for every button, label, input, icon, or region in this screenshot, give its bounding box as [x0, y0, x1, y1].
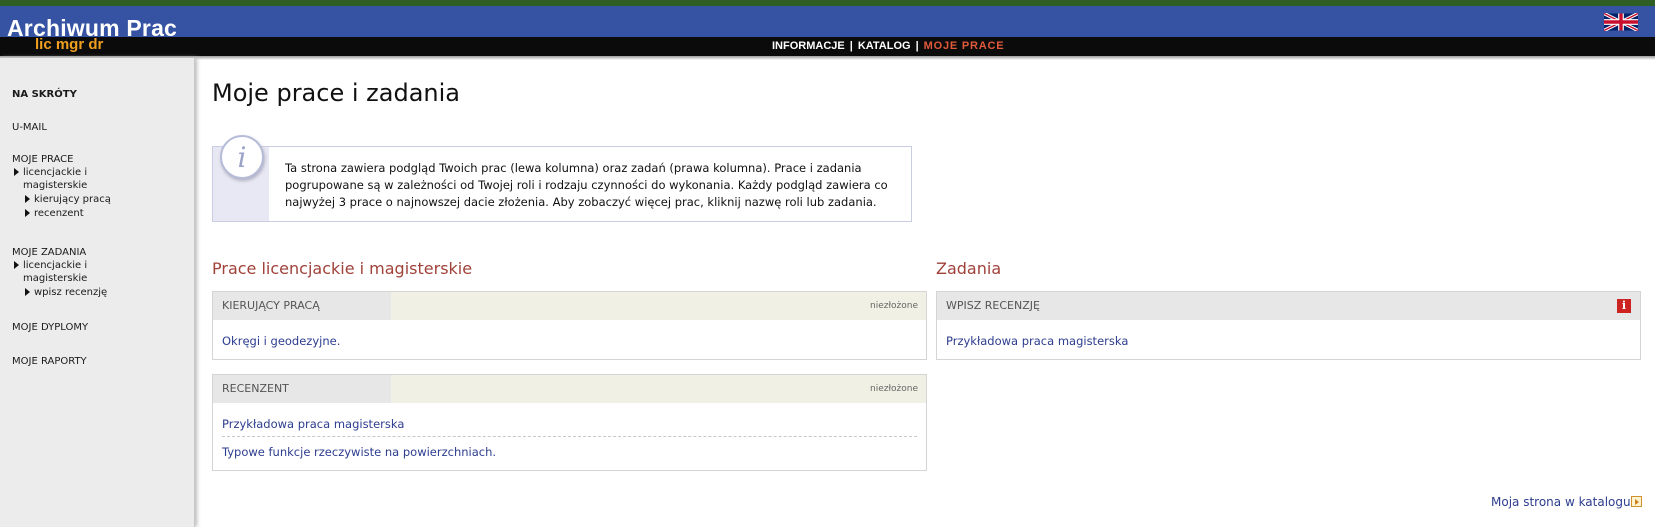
nav-katalog[interactable]: KATALOG	[858, 40, 911, 52]
task-link[interactable]: Przykładowa praca magisterska	[946, 334, 1128, 348]
item-divider	[222, 436, 917, 437]
info-icon: i	[220, 135, 264, 179]
sidebar-item-works-reviewer[interactable]: recenzent	[25, 208, 84, 219]
panel-role-write-review[interactable]: WPISZ RECENZJĘ	[937, 292, 1237, 320]
sidebar-item-my-tasks[interactable]: MOJE ZADANIA	[12, 247, 86, 258]
info-box: i Ta strona zawiera podgląd Twoich prac …	[212, 135, 912, 222]
panel-header: WPISZ RECENZJĘ i	[937, 292, 1640, 320]
main-nav: INFORMACJE | KATALOG | MOJE PRACE	[772, 40, 1004, 52]
sidebar-item-shortcuts[interactable]: NA SKRÓTY	[12, 89, 77, 100]
triangle-right-icon	[25, 209, 30, 217]
header: Archiwum Prac lic mgr dr INFORMACJE | KATA…	[0, 0, 1655, 60]
nav-moje-prace[interactable]: MOJE PRACE	[924, 40, 1005, 52]
panel-write-review: WPISZ RECENZJĘ i Przykładowa praca magis…	[936, 291, 1641, 360]
panel-supervisor: KIERUJĄCY PRACĄ niezłożone Okręgi i geod…	[212, 291, 927, 360]
triangle-right-icon	[14, 261, 19, 269]
panel-role-reviewer[interactable]: RECENZENT	[213, 375, 391, 403]
status-label: niezłożone	[869, 384, 918, 394]
sidebar-item-my-diplomas[interactable]: MOJE DYPLOMY	[12, 322, 88, 333]
sidebar-item-works-supervisor[interactable]: kierujący pracą	[25, 194, 111, 205]
triangle-right-icon	[14, 168, 19, 176]
nav-separator: |	[849, 40, 853, 52]
panel-role-supervisor[interactable]: KIERUJĄCY PRACĄ	[213, 292, 391, 320]
panel-header: KIERUJĄCY PRACĄ niezłożone	[213, 292, 926, 320]
sidebar-item-my-reports[interactable]: MOJE RAPORTY	[12, 356, 87, 367]
sidebar-item-tasks-thesis-cont[interactable]: magisterskie	[23, 273, 87, 284]
triangle-right-icon	[25, 195, 30, 203]
logo-subtitle: lic mgr dr	[35, 36, 104, 53]
sidebar-item-works-thesis[interactable]: licencjackie i	[14, 167, 87, 178]
nav-informacje[interactable]: INFORMACJE	[772, 40, 845, 52]
sidebar-item-works-thesis-cont[interactable]: magisterskie	[23, 180, 87, 191]
sidebar-item-tasks-review[interactable]: wpisz recenzję	[25, 287, 107, 298]
catalog-page-link[interactable]: Moja strona w katalogu	[1491, 495, 1631, 509]
sidebar-item-umail[interactable]: U-MAIL	[12, 122, 47, 133]
sidebar-item-tasks-thesis[interactable]: licencjackie i	[14, 260, 87, 271]
uk-flag-icon[interactable]	[1604, 13, 1638, 31]
page-title: Moje prace i zadania	[212, 79, 460, 107]
panel-header: RECENZENT niezłożone	[213, 375, 926, 403]
sidebar: NA SKRÓTY U-MAIL MOJE PRACE licencjackie…	[0, 58, 195, 527]
nav-separator: |	[915, 40, 919, 52]
tasks-section-title: Zadania	[936, 259, 1002, 278]
works-section-title: Prace licencjackie i magisterskie	[212, 259, 473, 278]
triangle-right-icon	[25, 288, 30, 296]
work-link[interactable]: Przykładowa praca magisterska	[222, 417, 404, 431]
work-link[interactable]: Typowe funkcje rzeczywiste na powierzchn…	[222, 445, 496, 459]
panel-reviewer: RECENZENT niezłożone Przykładowa praca m…	[212, 374, 927, 471]
info-badge-icon[interactable]: i	[1617, 299, 1631, 313]
header-shadow	[0, 56, 1655, 60]
header-blue-bar	[0, 6, 1655, 37]
work-link[interactable]: Okręgi i geodezyjne.	[222, 334, 340, 348]
sidebar-item-my-works[interactable]: MOJE PRACE	[12, 154, 73, 165]
info-text: Ta strona zawiera podgląd Twoich prac (l…	[285, 161, 888, 209]
status-label: niezłożone	[869, 301, 918, 311]
arrow-right-box-icon[interactable]	[1631, 496, 1642, 507]
